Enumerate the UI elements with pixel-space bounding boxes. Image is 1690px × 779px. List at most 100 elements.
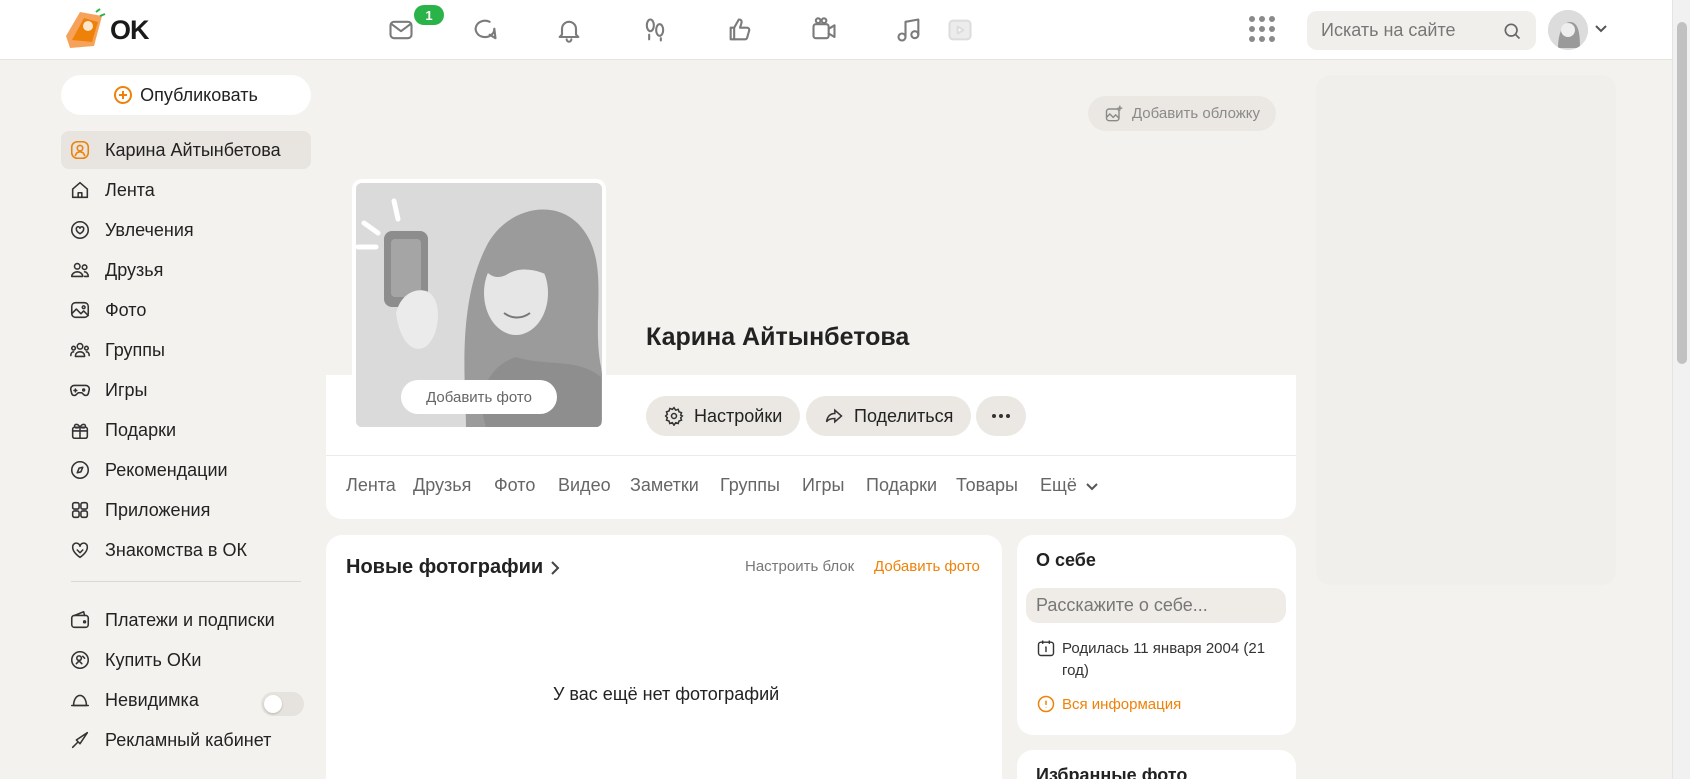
- sidebar-item-label: Лента: [105, 179, 155, 200]
- sidebar-item-feed[interactable]: Лента: [61, 171, 311, 209]
- sidebar-item-ads-cabinet[interactable]: Рекламный кабинет: [61, 721, 311, 759]
- sidebar-item-label: Рекомендации: [105, 459, 228, 480]
- profile-divider: [326, 455, 1296, 456]
- video-icon[interactable]: [942, 12, 978, 48]
- tab-games[interactable]: Игры: [802, 475, 844, 496]
- add-profile-photo-button[interactable]: Добавить фото: [401, 380, 557, 414]
- settings-button[interactable]: Настройки: [646, 396, 801, 436]
- new-photos-title[interactable]: Новые фотографии: [346, 556, 543, 579]
- tab-goods[interactable]: Товары: [956, 475, 1018, 496]
- sidebar-item-recommendations[interactable]: Рекомендации: [61, 451, 311, 489]
- friends-icon: [70, 262, 90, 278]
- likes-icon[interactable]: [722, 12, 758, 48]
- sidebar-item-label: Приложения: [105, 499, 211, 520]
- tab-video[interactable]: Видео: [558, 475, 611, 496]
- chevron-down-icon[interactable]: [1594, 21, 1608, 39]
- sidebar-item-label: Платежи и подписки: [105, 609, 275, 630]
- tab-groups[interactable]: Группы: [720, 475, 780, 496]
- share-button[interactable]: Поделиться: [806, 396, 972, 436]
- publish-button[interactable]: Опубликовать: [61, 75, 311, 115]
- user-avatar[interactable]: [1548, 10, 1588, 50]
- coin-icon: [70, 650, 90, 670]
- favorite-photos-title[interactable]: Избранные фото: [1036, 765, 1187, 779]
- sidebar-item-apps[interactable]: Приложения: [61, 491, 311, 529]
- ok-logo[interactable]: OK: [58, 6, 149, 54]
- more-options-button[interactable]: [976, 396, 1026, 436]
- games-icon: [69, 384, 91, 397]
- search-icon[interactable]: [1502, 21, 1522, 41]
- sidebar-item-buy-oks[interactable]: Купить ОКи: [61, 641, 311, 679]
- birth-text: Родилась 11 января 2004 (21 год): [1062, 640, 1266, 679]
- sidebar-item-games[interactable]: Игры: [61, 371, 311, 409]
- sidebar-item-dating[interactable]: Знакомства в ОК: [61, 531, 311, 569]
- tab-feed[interactable]: Лента: [346, 475, 396, 496]
- sidebar-item-label: Игры: [105, 379, 148, 400]
- invisible-toggle[interactable]: [261, 692, 304, 716]
- birth-info: Родилась 11 января 2004 (21 год): [1036, 638, 1276, 682]
- sidebar-divider: [71, 581, 301, 582]
- sidebar-item-label: Карина Айтынбетова: [105, 139, 281, 160]
- sidebar-item-payments[interactable]: Платежи и подписки: [61, 601, 311, 639]
- sidebar-item-friends[interactable]: Друзья: [61, 251, 311, 289]
- sidebar-item-label: Друзья: [105, 259, 164, 280]
- add-photo-label: Добавить фото: [426, 388, 532, 406]
- share-icon: [825, 408, 843, 424]
- tab-friends[interactable]: Друзья: [413, 475, 471, 496]
- tab-gifts[interactable]: Подарки: [866, 475, 937, 496]
- add-cover-label: Добавить обложку: [1131, 105, 1261, 122]
- configure-block-link[interactable]: Настроить блок: [745, 558, 854, 575]
- add-cover-button[interactable]: Добавить обложку: [1088, 96, 1276, 131]
- sidebar-item-label: Подарки: [105, 419, 177, 440]
- compass-icon: [70, 460, 90, 480]
- ads-icon: [71, 731, 89, 749]
- about-placeholder: Расскажите о себе...: [1036, 595, 1208, 615]
- sidebar-item-profile[interactable]: Карина Айтынбетова: [61, 131, 311, 169]
- about-title: О себе: [1036, 550, 1096, 570]
- publish-label: Опубликовать: [140, 84, 258, 105]
- invisible-icon: [70, 694, 90, 707]
- sidebar-item-label: Рекламный кабинет: [105, 729, 272, 750]
- sidebar-item-label: Фото: [105, 299, 147, 320]
- all-info-link[interactable]: Вся информация: [1036, 694, 1181, 714]
- scrollbar[interactable]: [1672, 0, 1690, 779]
- sidebar-item-gifts[interactable]: Подарки: [61, 411, 311, 449]
- music-icon[interactable]: [891, 12, 927, 48]
- apps-icon: [71, 501, 89, 519]
- groups-icon: [70, 342, 90, 358]
- sidebar-item-label: Группы: [105, 339, 165, 360]
- add-image-icon: [1105, 105, 1123, 121]
- top-bar: OK 1 Искать на сайте: [0, 0, 1672, 60]
- tab-photo[interactable]: Фото: [494, 475, 535, 496]
- dating-icon: [71, 542, 89, 559]
- chevron-right-icon[interactable]: [550, 560, 560, 581]
- sidebar-item-label: Невидимка: [105, 689, 199, 710]
- gift-icon: [71, 423, 89, 440]
- sidebar-item-label: Купить ОКи: [105, 649, 202, 670]
- home-icon: [71, 181, 89, 199]
- search-placeholder: Искать на сайте: [1321, 20, 1456, 40]
- photo-icon: [70, 301, 90, 319]
- tab-more[interactable]: Ещё: [1040, 475, 1098, 496]
- sidebar-item-photo[interactable]: Фото: [61, 291, 311, 329]
- tab-notes[interactable]: Заметки: [630, 475, 699, 496]
- chevron-down-icon: [1086, 483, 1098, 491]
- right-column-placeholder: [1316, 75, 1616, 585]
- sidebar-item-hobbies[interactable]: Увлечения: [61, 211, 311, 249]
- gear-icon: [664, 406, 684, 426]
- guests-icon[interactable]: [637, 12, 673, 48]
- ok-logo-text: OK: [110, 14, 149, 45]
- profile-icon: [70, 140, 90, 160]
- notifications-icon[interactable]: [551, 12, 587, 48]
- sidebar-item-groups[interactable]: Группы: [61, 331, 311, 369]
- info-icon: [1037, 695, 1055, 713]
- search-input[interactable]: Искать на сайте: [1307, 11, 1536, 50]
- about-input[interactable]: Расскажите о себе...: [1026, 588, 1286, 623]
- discussions-icon[interactable]: [467, 12, 503, 48]
- all-info-label: Вся информация: [1062, 695, 1182, 713]
- sidebar-item-label: Знакомства в ОК: [105, 539, 247, 560]
- video-call-icon[interactable]: [806, 12, 842, 48]
- apps-grid-icon[interactable]: [1249, 16, 1275, 42]
- add-photo-link[interactable]: Добавить фото: [874, 558, 980, 575]
- scrollbar-thumb[interactable]: [1677, 22, 1687, 364]
- no-photos-text: У вас ещё нет фотографий: [553, 684, 780, 704]
